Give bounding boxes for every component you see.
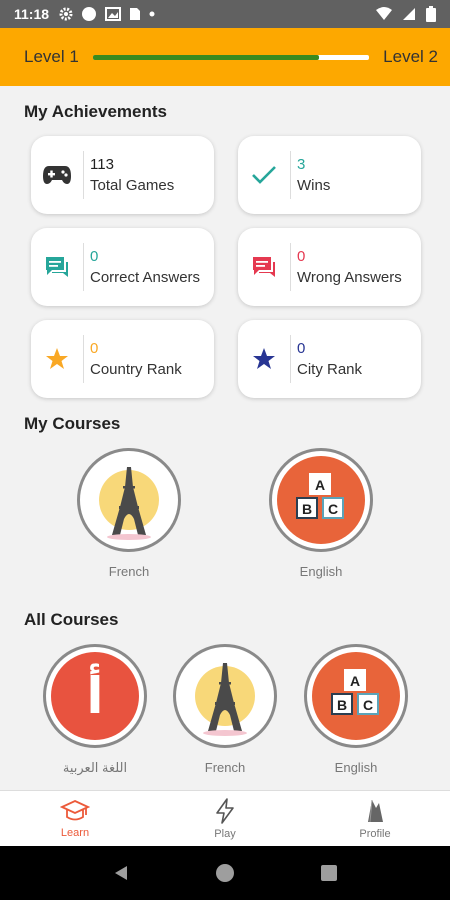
level-progress-bar: [92, 54, 370, 60]
eiffel-tower-icon: [195, 663, 255, 736]
nav-item-play[interactable]: Play: [150, 791, 300, 846]
nav-item-learn[interactable]: Learn: [0, 791, 150, 846]
achievement-value: 0: [90, 248, 99, 265]
course-item-french[interactable]: French: [74, 448, 184, 579]
back-icon[interactable]: [112, 864, 130, 882]
nav-label: Profile: [359, 827, 391, 840]
nav-label: Learn: [60, 826, 90, 839]
achievement-value: 0: [297, 340, 306, 357]
course-name: French: [204, 760, 246, 775]
achievement-label: Wins: [297, 177, 331, 194]
block-letter-b: B: [337, 697, 347, 713]
abc-blocks-icon: A B C: [296, 473, 344, 519]
circle-icon: [82, 7, 97, 21]
achievement-label: Correct Answers: [90, 269, 201, 286]
home-icon[interactable]: [215, 863, 235, 883]
nav-label: Play: [214, 827, 236, 840]
eiffel-tower-icon: [99, 467, 159, 540]
sim-card-icon: [130, 8, 141, 20]
achievement-card-correct-answers[interactable]: 0 Correct Answers: [31, 228, 214, 306]
arabic-letter-icon: أ: [86, 667, 104, 725]
star-icon: [46, 348, 68, 369]
nav-item-profile[interactable]: Profile: [300, 791, 450, 846]
course-name: English: [299, 564, 343, 579]
achievement-label: Wrong Answers: [297, 269, 402, 286]
status-bar: 11:18: [0, 0, 450, 28]
status-time: 11:18: [14, 6, 50, 22]
achievement-label: City Rank: [297, 361, 363, 378]
course-name: French: [108, 564, 150, 579]
block-letter-a: A: [350, 673, 360, 689]
signal-icon: [403, 8, 415, 20]
achievement-value: 0: [297, 248, 306, 265]
achievement-value: 3: [297, 156, 306, 173]
system-nav-bar: [0, 846, 450, 900]
gamepad-icon: [43, 166, 71, 184]
level-bar: Level 1 Level 2: [0, 28, 450, 86]
achievement-value: 0: [90, 340, 99, 357]
next-level-label: Level 2: [383, 47, 438, 66]
graduation-cap-icon: [60, 799, 90, 820]
achievement-card-city-rank[interactable]: 0 City Rank: [238, 320, 421, 398]
current-level-label: Level 1: [24, 47, 79, 66]
block-letter-a: A: [315, 477, 325, 493]
check-icon: [252, 166, 276, 184]
settings-icon: [59, 7, 73, 21]
all-courses-title: All Courses: [24, 610, 119, 629]
abc-blocks-icon: A B C: [331, 669, 379, 715]
recents-icon[interactable]: [320, 864, 338, 882]
star-icon: [253, 348, 275, 369]
block-letter-c: C: [363, 697, 373, 713]
chat-icon: [253, 257, 275, 277]
achievement-card-total-games[interactable]: 113 Total Games: [31, 136, 214, 214]
course-name: English: [334, 760, 378, 775]
achievement-label: Country Rank: [90, 361, 182, 378]
bottom-nav: Learn Play Profile: [0, 790, 450, 846]
course-item-french[interactable]: French: [170, 644, 280, 775]
achievement-card-country-rank[interactable]: 0 Country Rank: [31, 320, 214, 398]
wifi-icon: [376, 7, 392, 20]
block-letter-c: C: [328, 501, 338, 517]
dot-icon: [149, 11, 155, 17]
achievement-value: 113: [90, 156, 114, 173]
my-courses-title: My Courses: [24, 414, 121, 433]
course-name: اللغة العربية: [62, 760, 128, 775]
course-item-english[interactable]: A B C English: [266, 448, 376, 579]
achievement-label: Total Games: [90, 177, 175, 194]
flame-icon: [368, 799, 383, 822]
achievement-card-wrong-answers[interactable]: 0 Wrong Answers: [238, 228, 421, 306]
chat-icon: [46, 257, 68, 277]
level-progress-fill: [92, 54, 320, 60]
battery-icon: [426, 6, 436, 22]
lightning-icon: [216, 797, 234, 824]
image-icon: [105, 7, 122, 21]
achievement-card-wins[interactable]: 3 Wins: [238, 136, 421, 214]
course-item-english[interactable]: A B C English: [301, 644, 411, 775]
block-letter-b: B: [302, 501, 312, 517]
course-item-arabic[interactable]: أ اللغة العربية: [40, 644, 150, 776]
achievements-title: My Achievements: [24, 102, 167, 121]
